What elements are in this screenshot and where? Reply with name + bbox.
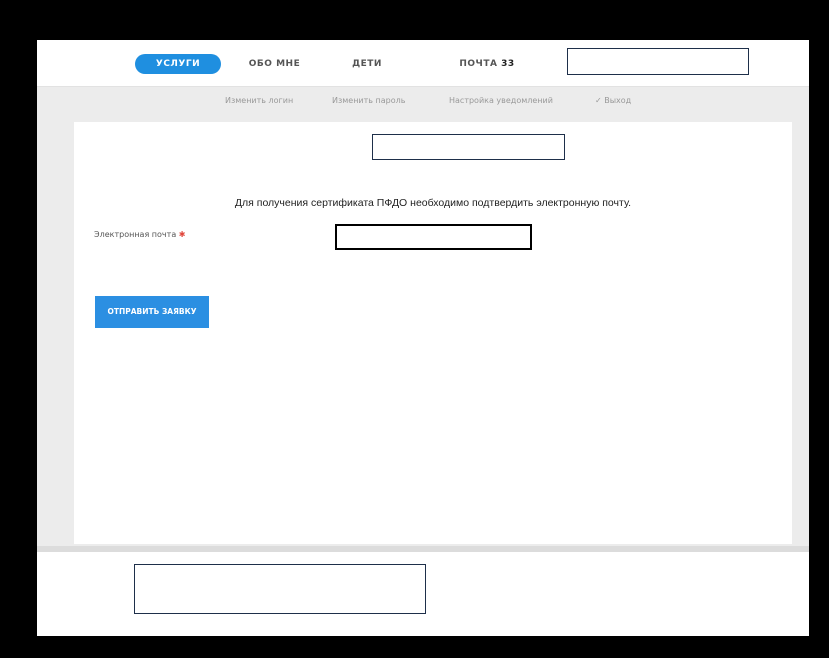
top-navigation: УСЛУГИ ОБО МНЕ ДЕТИ ПОЧТА 33 xyxy=(37,40,809,87)
footer xyxy=(37,546,809,636)
browser-viewport: УСЛУГИ ОБО МНЕ ДЕТИ ПОЧТА 33 Изменить ло… xyxy=(37,40,809,636)
required-mark-icon: ✱ xyxy=(178,230,186,239)
verification-message: Для получения сертификата ПФДО необходим… xyxy=(234,197,632,209)
email-label: Электронная почта ✱ xyxy=(94,230,185,239)
nav-tab-children[interactable]: ДЕТИ xyxy=(347,54,387,74)
email-field[interactable] xyxy=(335,224,532,250)
nav-tab-mail[interactable]: ПОЧТА 33 xyxy=(447,54,527,74)
mail-count-badge: 33 xyxy=(501,59,515,69)
nav-tab-mail-label: ПОЧТА xyxy=(459,59,498,69)
redacted-user-box xyxy=(567,48,749,75)
nav-tab-about-me[interactable]: ОБО МНЕ xyxy=(242,54,307,74)
change-password-link[interactable]: Изменить пароль xyxy=(332,96,405,105)
change-login-link[interactable]: Изменить логин xyxy=(225,96,293,105)
notification-settings-link[interactable]: Настройка уведомлений xyxy=(449,96,553,105)
redacted-footer-box xyxy=(134,564,426,614)
redacted-title-box xyxy=(372,134,565,160)
email-label-text: Электронная почта xyxy=(94,230,177,239)
main-content-panel: Для получения сертификата ПФДО необходим… xyxy=(74,122,792,544)
submit-request-button[interactable]: ОТПРАВИТЬ ЗАЯВКУ xyxy=(95,296,209,328)
logout-link[interactable]: ✓ Выход xyxy=(595,96,631,105)
nav-tab-services[interactable]: УСЛУГИ xyxy=(135,54,221,74)
